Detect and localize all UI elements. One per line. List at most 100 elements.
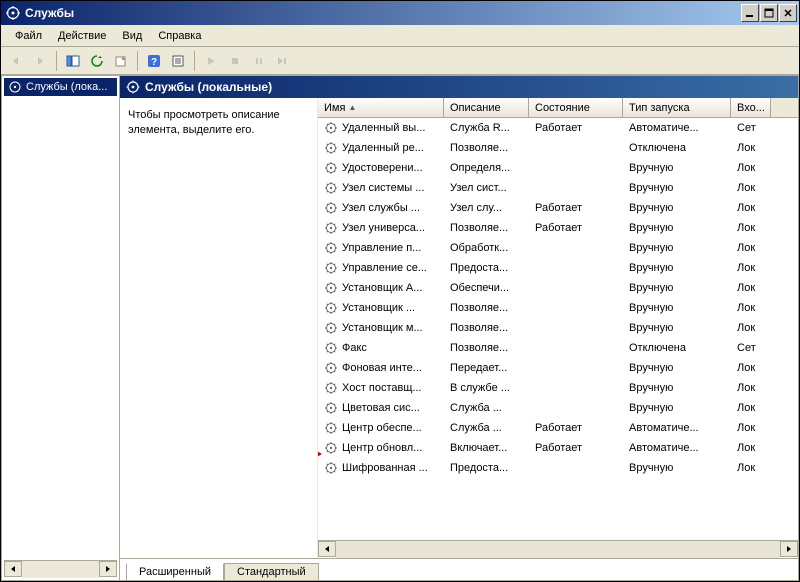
service-description: Позволяе...	[444, 340, 529, 356]
start-service-button	[200, 50, 222, 72]
minimize-button[interactable]	[741, 4, 759, 22]
service-gear-icon	[324, 201, 338, 215]
service-row[interactable]: Управление се...Предоста...ВручнуюЛок	[318, 258, 798, 278]
col-description[interactable]: Описание	[444, 98, 529, 117]
services-header-icon	[126, 80, 140, 94]
tree-root-label: Службы (лока...	[26, 81, 107, 93]
list-body[interactable]: Удаленный вы...Служба R...РаботаетАвтома…	[318, 118, 798, 540]
service-row[interactable]: Центр обеспе...Служба ...РаботаетАвтомат…	[318, 418, 798, 438]
service-status: Работает	[529, 120, 623, 136]
service-row[interactable]: Цветовая сис...Служба ...ВручнуюЛок	[318, 398, 798, 418]
menu-action[interactable]: Действие	[50, 28, 114, 44]
service-row[interactable]: Удостоверени...Определя...ВручнуюЛок	[318, 158, 798, 178]
service-gear-icon	[324, 321, 338, 335]
tree-horizontal-scrollbar[interactable]	[4, 560, 117, 578]
tree-panel[interactable]: Службы (лока...	[2, 76, 120, 580]
service-name: Центр обновл...	[342, 442, 422, 454]
service-gear-icon	[324, 401, 338, 415]
service-status	[529, 366, 623, 370]
service-status	[529, 346, 623, 350]
close-button[interactable]	[779, 4, 797, 22]
service-name: Шифрованная ...	[342, 462, 428, 474]
service-startup-type: Автоматиче...	[623, 440, 731, 456]
service-logon-as: Лок	[731, 380, 771, 396]
service-description: Включает...	[444, 440, 529, 456]
service-name: Удаленный вы...	[342, 122, 425, 134]
scroll-right-button[interactable]	[99, 561, 117, 577]
service-description: Предоста...	[444, 260, 529, 276]
tree-root-services[interactable]: Службы (лока...	[4, 78, 117, 96]
service-row[interactable]: ФаксПозволяе...ОтключенаСет	[318, 338, 798, 358]
service-gear-icon	[324, 281, 338, 295]
service-description: Определя...	[444, 160, 529, 176]
pause-service-button	[248, 50, 270, 72]
service-gear-icon	[324, 221, 338, 235]
service-gear-icon	[324, 341, 338, 355]
service-status: Работает	[529, 440, 623, 456]
window-title: Службы	[25, 6, 741, 20]
service-logon-as: Лок	[731, 160, 771, 176]
list-scroll-right-button[interactable]	[780, 541, 798, 557]
service-status	[529, 146, 623, 150]
service-row[interactable]: Установщик ...Позволяе...ВручнуюЛок	[318, 298, 798, 318]
service-row[interactable]: Шифрованная ...Предоста...ВручнуюЛок	[318, 458, 798, 478]
service-description: Позволяе...	[444, 220, 529, 236]
service-row[interactable]: Удаленный вы...Служба R...РаботаетАвтома…	[318, 118, 798, 138]
list-horizontal-scrollbar[interactable]	[318, 540, 798, 558]
service-startup-type: Вручную	[623, 200, 731, 216]
scroll-left-button[interactable]	[4, 561, 22, 577]
service-row[interactable]: Хост поставщ...В службе ...ВручнуюЛок	[318, 378, 798, 398]
service-row[interactable]: Установщик A...Обеспечи...ВручнуюЛок	[318, 278, 798, 298]
details-header-title: Службы (локальные)	[145, 80, 272, 94]
service-startup-type: Автоматиче...	[623, 120, 731, 136]
service-row[interactable]: Центр обновл... Включает...РаботаетАвтома…	[318, 438, 798, 458]
service-status	[529, 266, 623, 270]
service-logon-as: Лок	[731, 360, 771, 376]
col-logon-as[interactable]: Вхо...	[731, 98, 771, 117]
tab-standard[interactable]: Стандартный	[224, 563, 319, 580]
service-status	[529, 306, 623, 310]
service-row[interactable]: Узел универса...Позволяе...РаботаетВручн…	[318, 218, 798, 238]
svg-text:?: ?	[151, 57, 157, 68]
refresh-button[interactable]	[86, 50, 108, 72]
menu-help[interactable]: Справка	[150, 28, 209, 44]
service-logon-as: Лок	[731, 440, 771, 456]
service-row[interactable]: Фоновая инте...Передает...ВручнуюЛок	[318, 358, 798, 378]
service-name: Цветовая сис...	[342, 402, 420, 414]
service-startup-type: Вручную	[623, 220, 731, 236]
col-startup-type[interactable]: Тип запуска	[623, 98, 731, 117]
service-logon-as: Лок	[731, 300, 771, 316]
service-name: Узел службы ...	[342, 202, 420, 214]
service-row[interactable]: Узел службы ...Узел слу...РаботаетВручну…	[318, 198, 798, 218]
service-logon-as: Лок	[731, 200, 771, 216]
service-logon-as: Сет	[731, 120, 771, 136]
service-logon-as: Лок	[731, 460, 771, 476]
service-row[interactable]: Удаленный ре...Позволяе...ОтключенаЛок	[318, 138, 798, 158]
service-status	[529, 166, 623, 170]
service-row[interactable]: Управление п...Обработк...ВручнуюЛок	[318, 238, 798, 258]
show-hide-tree-button[interactable]	[62, 50, 84, 72]
list-scroll-left-button[interactable]	[318, 541, 336, 557]
menu-file[interactable]: Файл	[7, 28, 50, 44]
titlebar[interactable]: Службы	[1, 1, 799, 25]
service-status	[529, 286, 623, 290]
col-status[interactable]: Состояние	[529, 98, 623, 117]
properties-button[interactable]	[167, 50, 189, 72]
services-window: Службы Файл Действие Вид Справка ?	[0, 0, 800, 582]
restart-service-button	[272, 50, 294, 72]
service-status: Работает	[529, 200, 623, 216]
sort-asc-icon: ▲	[348, 103, 356, 112]
col-name[interactable]: Имя ▲	[318, 98, 444, 117]
tab-extended[interactable]: Расширенный	[126, 563, 224, 580]
service-status	[529, 186, 623, 190]
maximize-button[interactable]	[760, 4, 778, 22]
service-logon-as: Лок	[731, 220, 771, 236]
help-button[interactable]: ?	[143, 50, 165, 72]
service-logon-as: Лок	[731, 320, 771, 336]
export-button[interactable]	[110, 50, 132, 72]
service-status	[529, 406, 623, 410]
menu-view[interactable]: Вид	[114, 28, 150, 44]
service-row[interactable]: Установщик м...Позволяе...ВручнуюЛок	[318, 318, 798, 338]
service-row[interactable]: Узел системы ...Узел сист...ВручнуюЛок	[318, 178, 798, 198]
service-description: Позволяе...	[444, 300, 529, 316]
